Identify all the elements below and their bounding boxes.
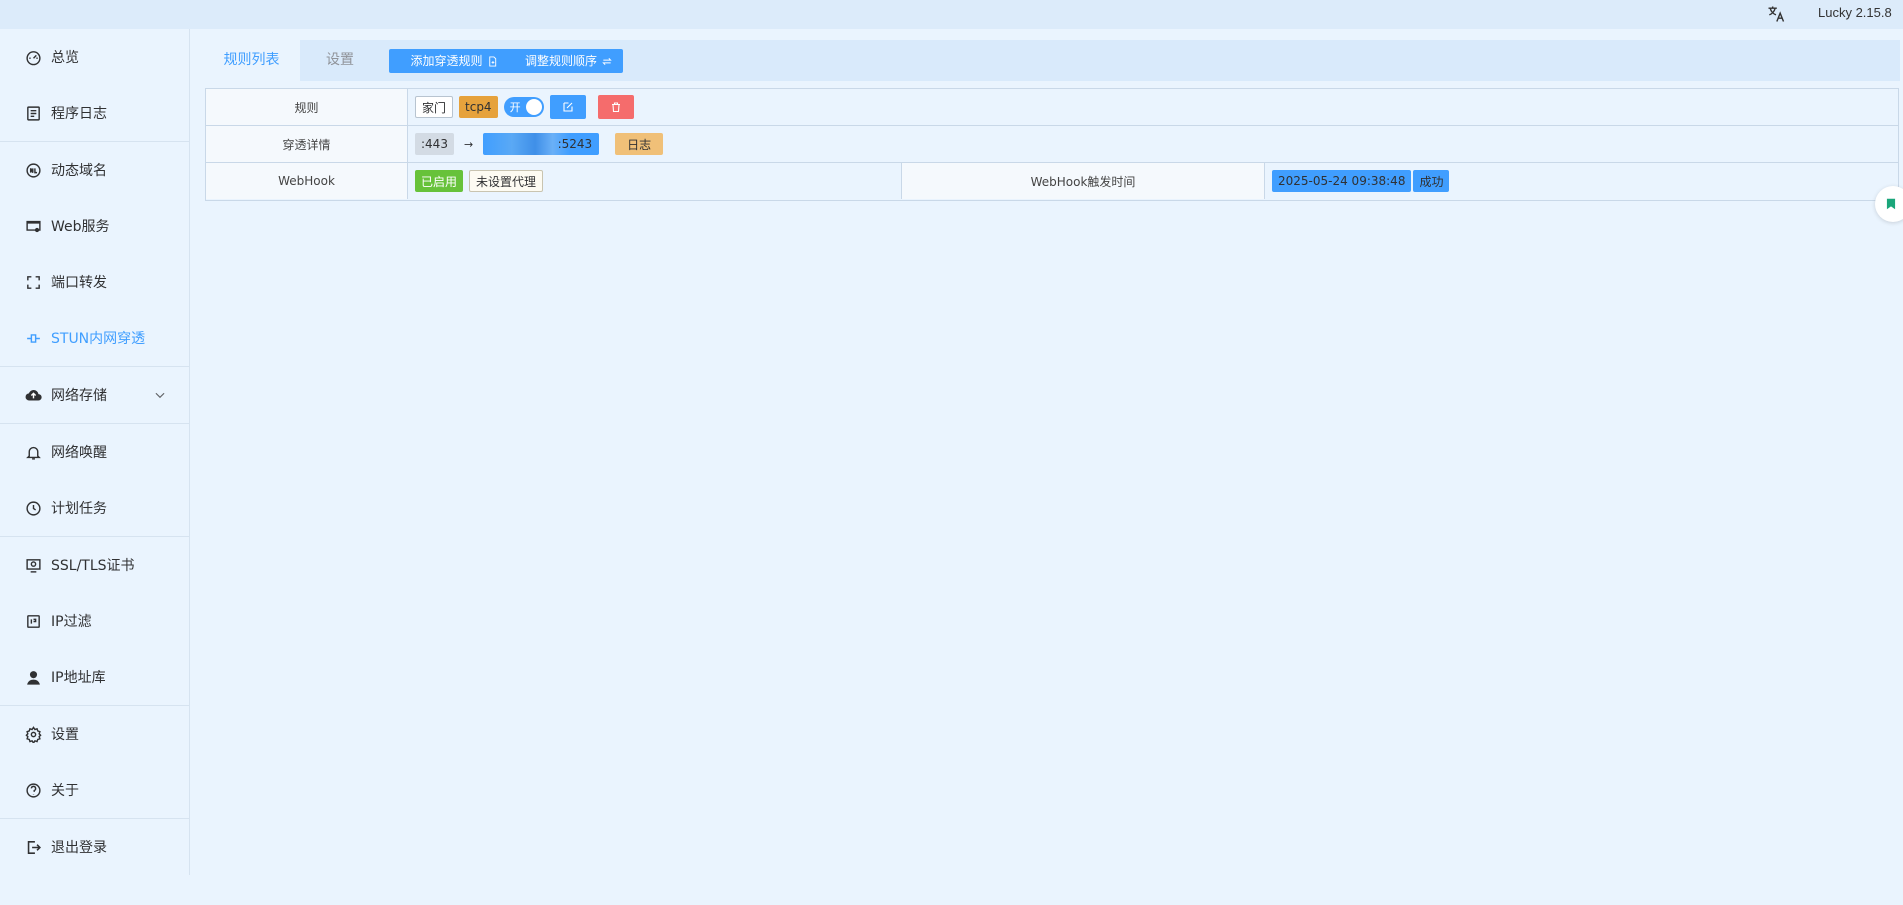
sidebar-item-label: 动态域名 — [51, 163, 107, 179]
log-button[interactable]: 日志 — [615, 133, 664, 155]
sidebar-item-label: 退出登录 — [51, 840, 107, 856]
tab-settings[interactable]: 设置 — [300, 40, 380, 81]
chevron-down-icon[interactable] — [153, 388, 167, 402]
trash-icon — [611, 102, 620, 113]
filter-icon — [24, 612, 42, 630]
sidebar-group: 动态域名 Web服务 端口转发 STUN内网穿透 — [0, 142, 189, 367]
sidebar-item-settings[interactable]: 设置 — [0, 706, 189, 762]
sidebar-item-ip-db[interactable]: IP地址库 — [0, 649, 189, 705]
tab-rule-list[interactable]: 规则列表 — [203, 40, 300, 81]
web-service-icon — [24, 217, 42, 235]
about-icon — [24, 781, 42, 799]
public-address-tag: :5243 — [483, 133, 600, 155]
webhook-time-label: WebHook触发时间 — [902, 163, 1265, 199]
add-rule-label: 添加穿透规则 — [410, 54, 483, 68]
webhook-cell: 已启用 未设置代理 — [408, 163, 902, 199]
table-row: 规则 家门 tcp4 开 — [206, 89, 1898, 126]
port-forward-icon — [24, 273, 42, 291]
arrow-icon: → — [463, 137, 474, 151]
sidebar-item-label: 程序日志 — [51, 106, 107, 122]
certificate-icon — [24, 556, 42, 574]
sidebar-item-label: 端口转发 — [51, 275, 107, 291]
sidebar-group: 设置 关于 — [0, 706, 189, 819]
webhook-result-tag: 成功 — [1413, 170, 1450, 192]
sidebar-group: 退出登录 — [0, 819, 189, 875]
sidebar: 总览 程序日志 动态域名 Web服务 端口转发 STUN内网穿透 网络存储 网络… — [0, 29, 190, 875]
sidebar-item-label: IP地址库 — [51, 670, 106, 686]
sidebar-item-label: IP过滤 — [51, 614, 92, 630]
sidebar-item-label: 总览 — [51, 50, 79, 66]
public-port: :5243 — [557, 137, 593, 151]
webhook-time-tag: 2025-05-24 09:38:48 — [1272, 170, 1412, 192]
document-icon — [488, 55, 496, 67]
bell-icon — [24, 443, 42, 461]
reorder-label: 调整规则顺序 — [525, 54, 598, 68]
sidebar-item-wol[interactable]: 网络唤醒 — [0, 424, 189, 480]
sidebar-item-overview[interactable]: 总览 — [0, 29, 189, 85]
sidebar-group: 总览 程序日志 — [0, 29, 189, 142]
stun-icon — [24, 329, 42, 347]
rule-cell: 家门 tcp4 开 — [408, 89, 1898, 125]
sidebar-item-storage[interactable]: 网络存储 — [0, 367, 189, 423]
sidebar-item-label: SSL/TLS证书 — [51, 558, 135, 574]
switch-knob — [525, 99, 542, 115]
bookmark-icon — [1886, 198, 1896, 210]
sidebar-group: 网络存储 — [0, 367, 189, 424]
edit-rule-button[interactable] — [549, 95, 586, 119]
user-location-icon — [24, 668, 42, 686]
webhook-time-cell: 2025-05-24 09:38:48 成功 — [1265, 163, 1898, 199]
sidebar-group: SSL/TLS证书 IP过滤 IP地址库 — [0, 537, 189, 706]
webhook-proxy-tag: 未设置代理 — [469, 170, 544, 192]
edit-icon — [563, 102, 573, 112]
webhook-enabled-tag: 已启用 — [415, 170, 464, 192]
sidebar-group: 网络唤醒 计划任务 — [0, 424, 189, 537]
tab-bar: 规则列表 设置 添加穿透规则 调整规则顺序 — [203, 40, 1900, 81]
gear-icon — [24, 725, 42, 743]
sidebar-item-label: 关于 — [51, 783, 79, 799]
sidebar-item-label: 网络唤醒 — [51, 445, 107, 461]
sidebar-item-ssl[interactable]: SSL/TLS证书 — [0, 537, 189, 593]
detail-label: 穿透详情 — [206, 126, 408, 162]
reorder-rules-button[interactable]: 调整规则顺序 — [515, 49, 623, 73]
sidebar-item-web-service[interactable]: Web服务 — [0, 198, 189, 254]
add-rule-button[interactable]: 添加穿透规则 — [389, 49, 519, 73]
rule-enable-switch[interactable]: 开 — [503, 97, 544, 117]
sidebar-item-schedule[interactable]: 计划任务 — [0, 480, 189, 536]
rule-name-tag: 家门 — [415, 96, 454, 118]
rule-table: 规则 家门 tcp4 开 穿透详情 :443 →:5243 日志 WebHoo… — [205, 88, 1899, 201]
sidebar-item-logout[interactable]: 退出登录 — [0, 819, 189, 875]
clock-icon — [24, 499, 42, 517]
switch-text: 开 — [509, 101, 521, 114]
dashboard-icon — [24, 48, 42, 66]
sidebar-item-label: 计划任务 — [51, 501, 107, 517]
table-row: 穿透详情 :443 → :5243 日志 — [206, 126, 1898, 163]
delete-rule-button[interactable] — [597, 95, 634, 119]
sidebar-item-port-forward[interactable]: 端口转发 — [0, 254, 189, 310]
rule-label: 规则 — [206, 89, 408, 125]
cloud-icon — [24, 386, 42, 404]
sidebar-item-label: 设置 — [51, 727, 79, 743]
top-bar: Lucky 2.15.8 — [0, 0, 1903, 29]
sidebar-item-stun[interactable]: STUN内网穿透 — [0, 310, 189, 366]
sidebar-item-about[interactable]: 关于 — [0, 762, 189, 818]
table-row: WebHook 已启用 未设置代理 WebHook触发时间 2025-05-24… — [206, 163, 1898, 200]
main-content: 规则列表 设置 添加穿透规则 调整规则顺序 规则 家门 tcp4 开 穿透详情 … — [203, 40, 1900, 905]
sidebar-item-label: Web服务 — [51, 219, 110, 235]
sidebar-item-ip-filter[interactable]: IP过滤 — [0, 593, 189, 649]
floating-feedback-button[interactable] — [1875, 186, 1903, 222]
local-port-tag: :443 — [415, 133, 454, 155]
detail-cell: :443 → :5243 日志 — [408, 126, 1898, 162]
sidebar-item-ddns[interactable]: 动态域名 — [0, 142, 189, 198]
logout-icon — [24, 838, 42, 856]
app-version: Lucky 2.15.8 — [1818, 5, 1892, 20]
sidebar-item-logs[interactable]: 程序日志 — [0, 85, 189, 141]
swap-icon — [602, 57, 612, 65]
webhook-label: WebHook — [206, 163, 408, 199]
ddns-icon — [24, 161, 42, 179]
sidebar-item-label: 网络存储 — [51, 388, 107, 404]
log-icon — [24, 104, 42, 122]
translate-icon[interactable] — [1765, 3, 1787, 25]
sidebar-item-label: STUN内网穿透 — [51, 331, 146, 347]
protocol-tag: tcp4 — [459, 96, 498, 118]
